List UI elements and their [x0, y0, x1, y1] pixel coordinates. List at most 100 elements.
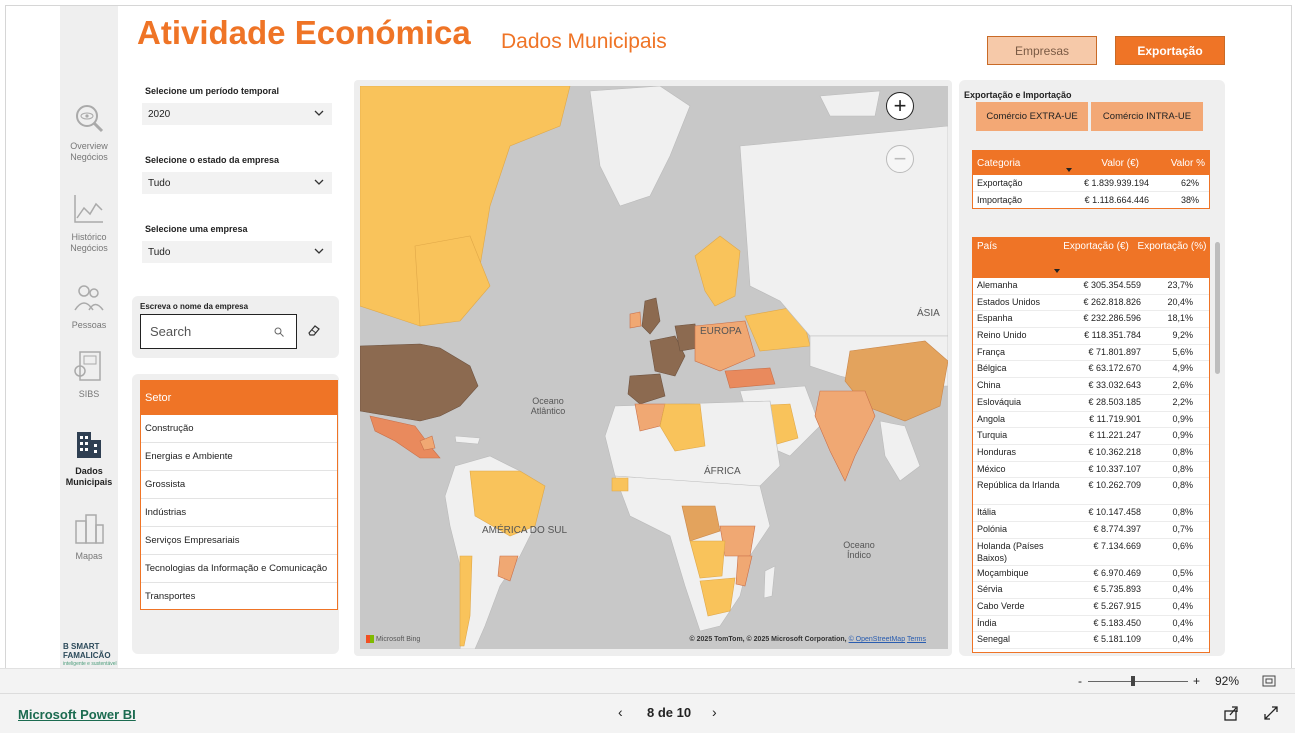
search-input[interactable]: Search	[140, 314, 297, 349]
table-cell: € 305.354.559	[1083, 280, 1141, 290]
city-icon	[75, 514, 104, 544]
setor-item[interactable]: Tecnologias da Informação e Comunicação	[141, 555, 337, 583]
map-zoom-out-button[interactable]: −	[886, 145, 914, 173]
table-row: França € 71.801.897 5,6%	[973, 345, 1209, 362]
exportacao-button[interactable]: Exportação	[1115, 36, 1225, 65]
table-row: Moçambique € 6.970.469 0,5%	[973, 566, 1209, 583]
column-header-exportacao[interactable]: Exportação (€)	[1055, 241, 1137, 278]
column-header-categoria[interactable]: Categoria	[973, 158, 1057, 169]
sidebar-item-overview[interactable]: Overview Negócios	[60, 101, 118, 163]
table-row: Exportação € 1.839.939.194 62%	[973, 175, 1209, 192]
table-cell: € 10.362.218	[1088, 446, 1141, 457]
column-header-pais[interactable]: País	[973, 241, 1055, 278]
table-cell: 0,5%	[1172, 567, 1193, 578]
zoom-slider[interactable]	[1088, 681, 1188, 682]
terms-link[interactable]: Terms	[907, 636, 926, 643]
search-panel: Escreva o nome da empresa Search	[132, 296, 339, 358]
sidebar-item-historico[interactable]: Histórico Negócios	[60, 192, 118, 254]
zoom-out-button[interactable]: -	[1078, 674, 1082, 688]
zoom-in-button[interactable]: +	[1193, 674, 1200, 688]
table-cell: Eslováquia	[977, 396, 1022, 407]
setor-item[interactable]: Indústrias	[141, 499, 337, 527]
setor-item[interactable]: Grossista	[141, 471, 337, 499]
page-subtitle: Dados Municipais	[501, 30, 667, 53]
table-cell: Sérvia	[977, 584, 1003, 595]
trade-panel: Exportação e Importação Comércio EXTRA-U…	[959, 80, 1225, 656]
setor-item[interactable]: Energias e Ambiente	[141, 443, 337, 471]
zoom-slider-thumb[interactable]	[1131, 676, 1135, 686]
map-label-asia: ÁSIA	[917, 308, 940, 319]
table-cell: Índia	[977, 617, 997, 628]
map-label-south-america: AMÉRICA DO SUL	[482, 525, 568, 536]
sidebar-item-sibs[interactable]: SIBS	[60, 349, 118, 400]
column-header-valor[interactable]: Valor (€)	[1057, 158, 1139, 169]
state-dropdown[interactable]: Tudo	[142, 172, 332, 194]
trade-title: Exportação e Importação	[964, 90, 1072, 100]
sort-descending-icon	[1054, 269, 1060, 273]
map-visual: EUROPA ÁSIA Oceano Atlântico ÁFRICA AMÉR…	[354, 80, 952, 656]
table-cell: Importação	[977, 195, 1023, 205]
table-cell: 38%	[1180, 195, 1199, 205]
sidebar-item-dados-municipais[interactable]: Dados Municipais	[60, 426, 118, 488]
period-dropdown[interactable]: 2020	[142, 103, 332, 125]
table-row: Índia € 5.183.450 0,4%	[973, 616, 1209, 633]
brand-logo: B SMART FAMALICÃO inteligente e sustentá…	[63, 642, 119, 668]
people-icon	[74, 285, 104, 311]
fit-to-page-icon[interactable]	[1262, 675, 1276, 687]
table-cell: 0,4%	[1172, 634, 1193, 645]
table-cell: 0,4%	[1172, 617, 1193, 628]
setor-panel: Setor Construção Energias e Ambiente Gro…	[132, 374, 339, 654]
sidebar-item-mapas[interactable]: Mapas	[60, 511, 118, 562]
table-cell: 0,8%	[1172, 446, 1193, 457]
table-cell: € 1.839.939.194	[1083, 178, 1149, 188]
table-row: Holanda (Países Baixos) € 7.134.669 0,6%	[973, 539, 1209, 566]
extra-ue-button[interactable]: Comércio EXTRA-UE	[976, 102, 1088, 131]
table-cell: 0,8%	[1172, 480, 1193, 491]
table-row: Eslováquia € 28.503.185 2,2%	[973, 395, 1209, 412]
table-row: Polónia € 8.774.397 0,7%	[973, 522, 1209, 539]
table-cell: Espanha	[977, 313, 1013, 324]
zoom-bar: - + 92%	[0, 668, 1295, 693]
setor-item[interactable]: Serviços Empresariais	[141, 527, 337, 555]
chevron-down-icon	[314, 248, 324, 254]
map-zoom-in-button[interactable]: +	[886, 92, 914, 120]
share-icon[interactable]	[1223, 705, 1239, 721]
sidebar-item-pessoas[interactable]: Pessoas	[60, 280, 118, 331]
power-bi-link[interactable]: Microsoft Power BI	[18, 707, 136, 722]
table-cell: 0,4%	[1172, 601, 1193, 611]
zoom-percent: 92%	[1215, 674, 1240, 688]
table-cell: € 11.719.901	[1089, 413, 1141, 424]
column-header-valor-pct[interactable]: Valor %	[1139, 158, 1205, 169]
table-row: China € 33.032.643 2,6%	[973, 378, 1209, 395]
fullscreen-icon[interactable]	[1263, 705, 1279, 721]
next-page-icon[interactable]: ›	[712, 704, 717, 720]
table-cell: 9,2%	[1172, 330, 1193, 341]
sort-descending-icon	[1066, 168, 1072, 172]
setor-slicer: Setor Construção Energias e Ambiente Gro…	[140, 380, 338, 610]
table-row: Bélgica € 63.172.670 4,9%	[973, 361, 1209, 379]
world-map[interactable]: EUROPA ÁSIA Oceano Atlântico ÁFRICA AMÉR…	[360, 86, 948, 649]
table-cell: 23,7%	[1167, 280, 1193, 290]
setor-item[interactable]: Transportes	[141, 583, 337, 610]
previous-page-icon[interactable]: ‹	[618, 704, 623, 720]
sidebar-item-label: Mapas	[75, 551, 103, 561]
eraser-icon[interactable]	[306, 322, 322, 338]
intra-ue-button[interactable]: Comércio INTRA-UE	[1091, 102, 1203, 131]
osm-link[interactable]: © OpenStreetMap	[849, 636, 906, 643]
column-header-exportacao-pct[interactable]: Exportação (%)	[1137, 241, 1207, 278]
table-cell: 0,8%	[1172, 507, 1193, 518]
countries-scrollbar[interactable]	[1215, 242, 1220, 374]
company-dropdown[interactable]: Tudo	[142, 241, 332, 263]
sidebar-item-label: Dados Municipais	[65, 466, 113, 487]
table-row: México € 10.337.107 0,8%	[973, 462, 1209, 479]
countries-table[interactable]: País Exportação (€) Exportação (%) Alema…	[972, 237, 1210, 653]
table-cell: 2,6%	[1172, 380, 1193, 391]
countries-rows: Alemanha € 305.354.559 23,7% Estados Unidos…	[973, 278, 1209, 650]
empresas-button[interactable]: Empresas	[987, 36, 1097, 65]
map-label-indian: Oceano Índico	[843, 540, 875, 560]
setor-item[interactable]: Construção	[141, 415, 337, 443]
table-cell: € 5.181.109	[1093, 634, 1141, 645]
bing-logo-squares-icon	[366, 635, 374, 643]
table-cell: Cabo Verde	[977, 601, 1025, 611]
table-cell: 2,2%	[1172, 396, 1193, 407]
